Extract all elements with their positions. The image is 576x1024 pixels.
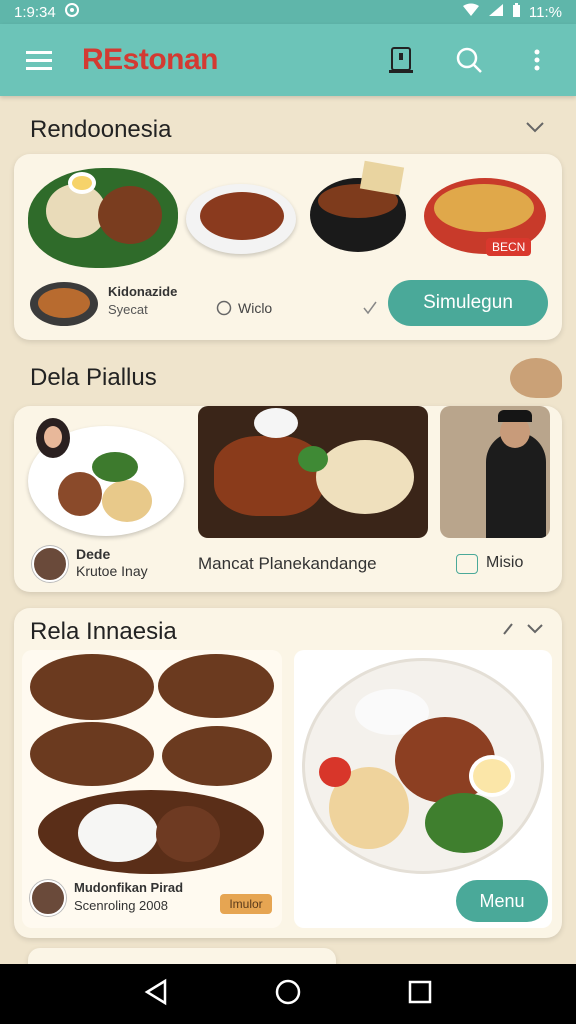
section-title-3: Rela Innaesia [30,618,177,645]
avatar[interactable] [32,546,68,582]
recents-icon[interactable] [407,979,433,1010]
clock-icon [216,300,232,321]
app-title: REstonan [82,43,219,76]
thumbnail-image[interactable] [30,282,98,326]
profile-name: Dede [76,546,111,562]
herb-garnish [298,446,328,472]
section-title-1: Rendoonesia [30,116,172,143]
app-bar: REstonan [0,24,576,96]
section-title-2: Dela Piallus [30,364,157,391]
chef-cap [498,410,532,422]
time-label: Wiclo [238,300,273,316]
plate [302,658,544,874]
dish-platter [38,790,264,874]
tomato-slice [319,757,351,787]
caption-subtitle: Syecat [108,302,148,317]
chef-card[interactable]: Dede Krutoe Inay Mancat Planekandange Mi… [14,406,562,592]
egg-portion [469,755,515,797]
status-battery-text: 11:% [528,3,562,21]
chevron-down-icon[interactable] [526,120,544,138]
thumbnail-food [38,288,90,318]
dish-caption: Mancat Planekandange [198,554,377,573]
home-icon[interactable] [274,978,302,1011]
dish-bowl [162,726,272,786]
more-options-icon[interactable] [520,43,554,77]
signal-icon [488,3,504,21]
greens-portion [92,452,138,482]
next-card-peek[interactable] [28,948,336,964]
dish-bowl [30,654,154,720]
dish-image[interactable] [310,160,406,252]
profile-subtitle: Krutoe Inay [76,563,148,579]
search-icon[interactable] [452,43,486,77]
dish-badge: BECN [486,238,532,256]
profile-subtitle: Scenroling 2008 [74,898,168,913]
rice-portion [254,408,298,438]
battery-icon [512,2,521,22]
rice-portion [78,804,158,862]
menu-icon[interactable] [22,43,56,77]
side-label: Misio [486,554,524,571]
meat-portion [58,472,102,516]
simulegun-button[interactable]: Simulegun [388,280,548,326]
featured-card[interactable]: BECN Kidonazide Syecat Wiclo Simulegun [14,154,562,340]
status-bar: 1:9:34 11:% [0,0,576,24]
back-icon[interactable] [143,978,169,1011]
egg-garnish [68,172,96,194]
greens-portion [425,793,503,853]
meat-portion [156,806,220,862]
person-face [44,426,62,448]
menu-icon[interactable] [456,554,478,574]
main-dish-photo[interactable] [198,406,428,538]
person-photo [36,418,70,458]
dish-image[interactable] [186,184,296,254]
noodle-portion [98,186,162,244]
menu-card[interactable]: Rela Innaesia Mudonfikan Pirad Scenrolin… [14,608,562,938]
expand-icon[interactable] [502,622,548,641]
featured-dish-photo[interactable]: Menu [294,650,552,928]
sync-icon [64,2,80,22]
menu-button[interactable]: Menu [456,880,548,922]
avatar[interactable] [30,880,66,916]
decor-shape [510,358,562,398]
reservation-icon[interactable] [384,43,418,77]
check-icon [362,300,378,321]
dish-bowl [158,654,274,718]
caption-title: Kidonazide [108,284,178,299]
wifi-icon [462,3,480,21]
bread-portion [102,480,152,522]
dishes-collage[interactable]: Mudonfikan Pirad Scenroling 2008 Imulor [22,650,282,928]
dish-image[interactable] [28,168,178,268]
tag-badge: Imulor [220,894,272,914]
grilled-chicken [200,192,284,240]
fries-portion [434,184,534,232]
dish-bowl [30,722,154,786]
noodle-salad [316,440,414,514]
main-content[interactable]: Rendoonesia BECN Kidonazide Syecat Wiclo… [0,96,576,964]
chef-photo[interactable] [440,406,550,538]
dish-image[interactable]: BECN [424,178,546,256]
system-nav-bar [0,964,576,1024]
status-time: 1:9:34 [14,3,56,21]
profile-name: Mudonfikan Pirad [74,880,184,895]
